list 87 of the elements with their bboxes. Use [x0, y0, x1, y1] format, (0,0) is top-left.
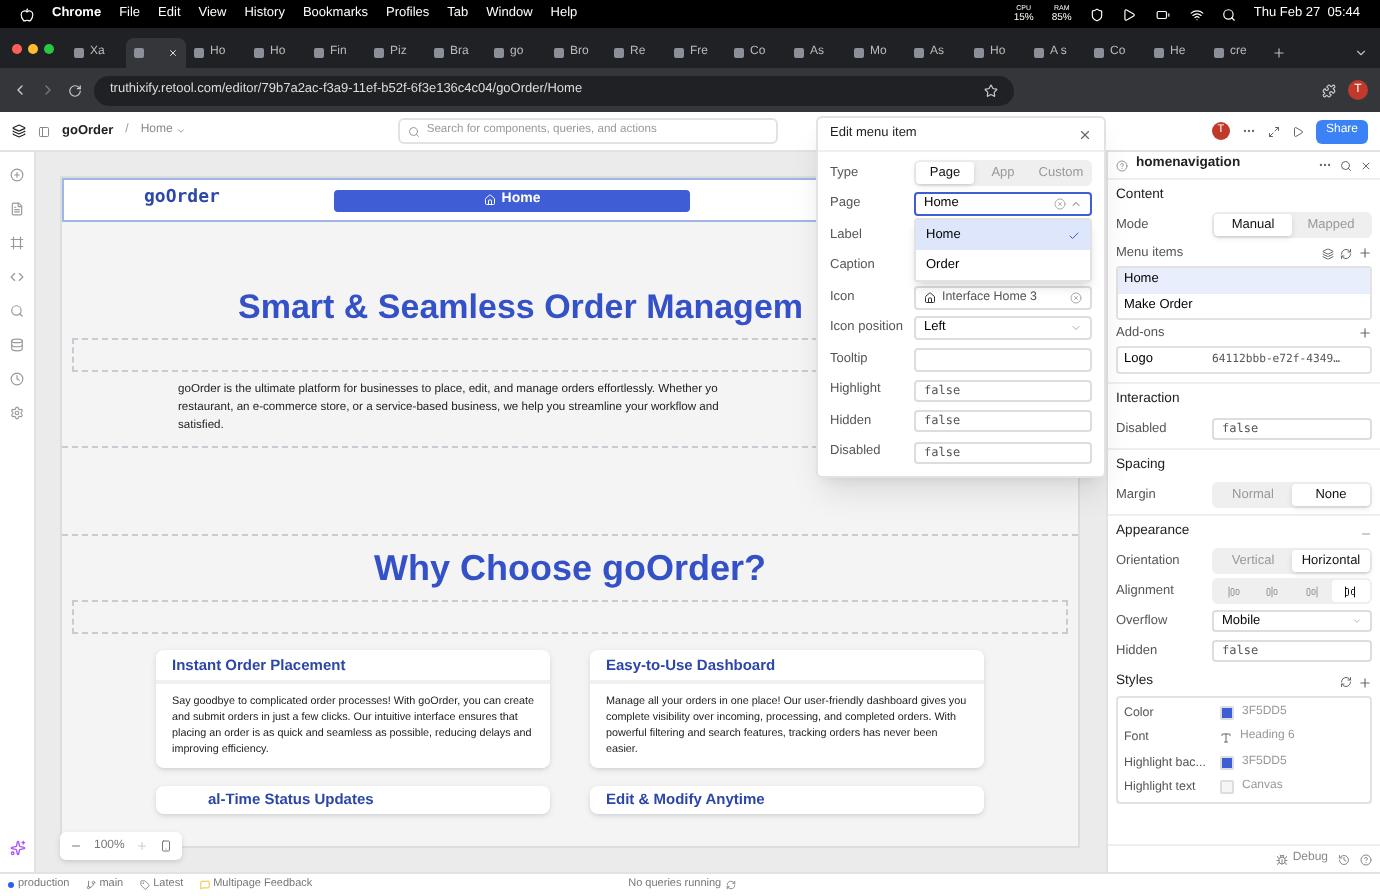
info-icon: [1116, 159, 1128, 171]
database-icon[interactable]: [10, 338, 24, 352]
bug-icon: [1276, 853, 1289, 865]
refresh-icon[interactable]: [1340, 676, 1352, 688]
help-icon[interactable]: [1360, 853, 1372, 865]
site-icon: [134, 48, 144, 58]
extensions-icon[interactable]: [1322, 83, 1336, 97]
browser-tab[interactable]: [126, 38, 186, 68]
site-icon: [1214, 48, 1224, 58]
color-swatch[interactable]: [1220, 755, 1234, 770]
site-icon: [194, 48, 204, 58]
back-icon[interactable]: [12, 82, 28, 98]
add-icon[interactable]: [1358, 676, 1372, 690]
more-icon[interactable]: [1241, 124, 1256, 138]
sparkle-icon[interactable]: [9, 840, 25, 856]
more-icon[interactable]: [1318, 158, 1332, 172]
battery-icon[interactable]: [1153, 7, 1172, 21]
site-icon: [314, 48, 324, 58]
site-icon: [434, 48, 444, 58]
site-icon: [914, 48, 924, 58]
chevron-down-icon: [1070, 322, 1082, 335]
site-icon: [734, 48, 744, 58]
site-icon: [794, 48, 804, 58]
tag-icon: [139, 880, 150, 890]
check-icon: [1068, 229, 1080, 242]
retool-logo-icon[interactable]: [12, 124, 26, 138]
history-icon[interactable]: [1338, 853, 1350, 865]
add-icon[interactable]: [1358, 246, 1372, 260]
apple-icon[interactable]: [20, 7, 34, 21]
site-icon: [494, 48, 504, 58]
alignment-button[interactable]: [1331, 580, 1370, 602]
site-icon: [1154, 48, 1164, 58]
site-icon: [854, 48, 864, 58]
branch-icon: [85, 880, 96, 890]
new-tab-icon[interactable]: [1272, 46, 1286, 60]
chevron-down-icon: [1352, 616, 1362, 626]
minimize-window-icon[interactable]: [28, 43, 38, 53]
site-icon: [374, 48, 384, 58]
close-icon[interactable]: [1078, 127, 1092, 141]
settings-icon[interactable]: [10, 406, 24, 420]
alignment-icon: [1344, 585, 1357, 597]
font-icon: [1220, 731, 1232, 744]
zoom-window-icon[interactable]: [44, 43, 54, 53]
close-icon[interactable]: [1360, 159, 1372, 171]
site-icon: [1034, 48, 1044, 58]
site-icon: [254, 48, 264, 58]
panel-icon[interactable]: [38, 125, 50, 137]
site-icon: [974, 48, 984, 58]
site-icon: [1094, 48, 1104, 58]
code-icon[interactable]: [10, 270, 24, 284]
close-window-icon[interactable]: [12, 43, 22, 53]
tab-search-icon[interactable]: [1354, 46, 1368, 60]
alignment-icon: [1305, 585, 1318, 597]
layers-icon[interactable]: [1322, 247, 1334, 259]
refresh-icon[interactable]: [725, 880, 736, 890]
section-title: Why Choose goOrder?: [373, 548, 766, 588]
clock-icon[interactable]: [10, 372, 24, 386]
chevron-up-icon: [1070, 198, 1082, 211]
clear-icon[interactable]: [1070, 291, 1082, 304]
phone-icon[interactable]: [160, 840, 173, 852]
alignment-icon: [1266, 585, 1279, 597]
color-swatch[interactable]: [1220, 705, 1234, 720]
site-icon: [614, 48, 624, 58]
bookmark-star-icon[interactable]: [984, 83, 998, 97]
forward-icon[interactable]: [40, 82, 56, 98]
shield-icon[interactable]: [1089, 7, 1104, 21]
house-icon: [483, 194, 496, 206]
add-icon[interactable]: [10, 168, 24, 182]
color-swatch[interactable]: [1220, 780, 1234, 795]
text-input[interactable]: [914, 347, 1092, 372]
site-icon: [74, 48, 84, 58]
page-icon[interactable]: [10, 202, 24, 216]
site-icon: [554, 48, 564, 58]
site-icon: [674, 48, 684, 58]
hero-title: Smart & Seamless Order Managem: [238, 288, 804, 326]
logo-text: goOrder: [144, 186, 222, 213]
message-icon: [199, 880, 210, 890]
house-icon: [924, 291, 936, 304]
refresh-icon[interactable]: [1340, 247, 1352, 259]
search-icon: [408, 125, 421, 137]
frame-icon[interactable]: [10, 236, 24, 250]
chevron-down-icon: [176, 126, 187, 136]
reload-icon[interactable]: [68, 83, 82, 97]
alignment-icon: [1227, 585, 1240, 597]
wifi-icon[interactable]: [1189, 7, 1204, 21]
add-icon[interactable]: [1358, 326, 1372, 340]
clear-icon[interactable]: [1054, 198, 1066, 211]
